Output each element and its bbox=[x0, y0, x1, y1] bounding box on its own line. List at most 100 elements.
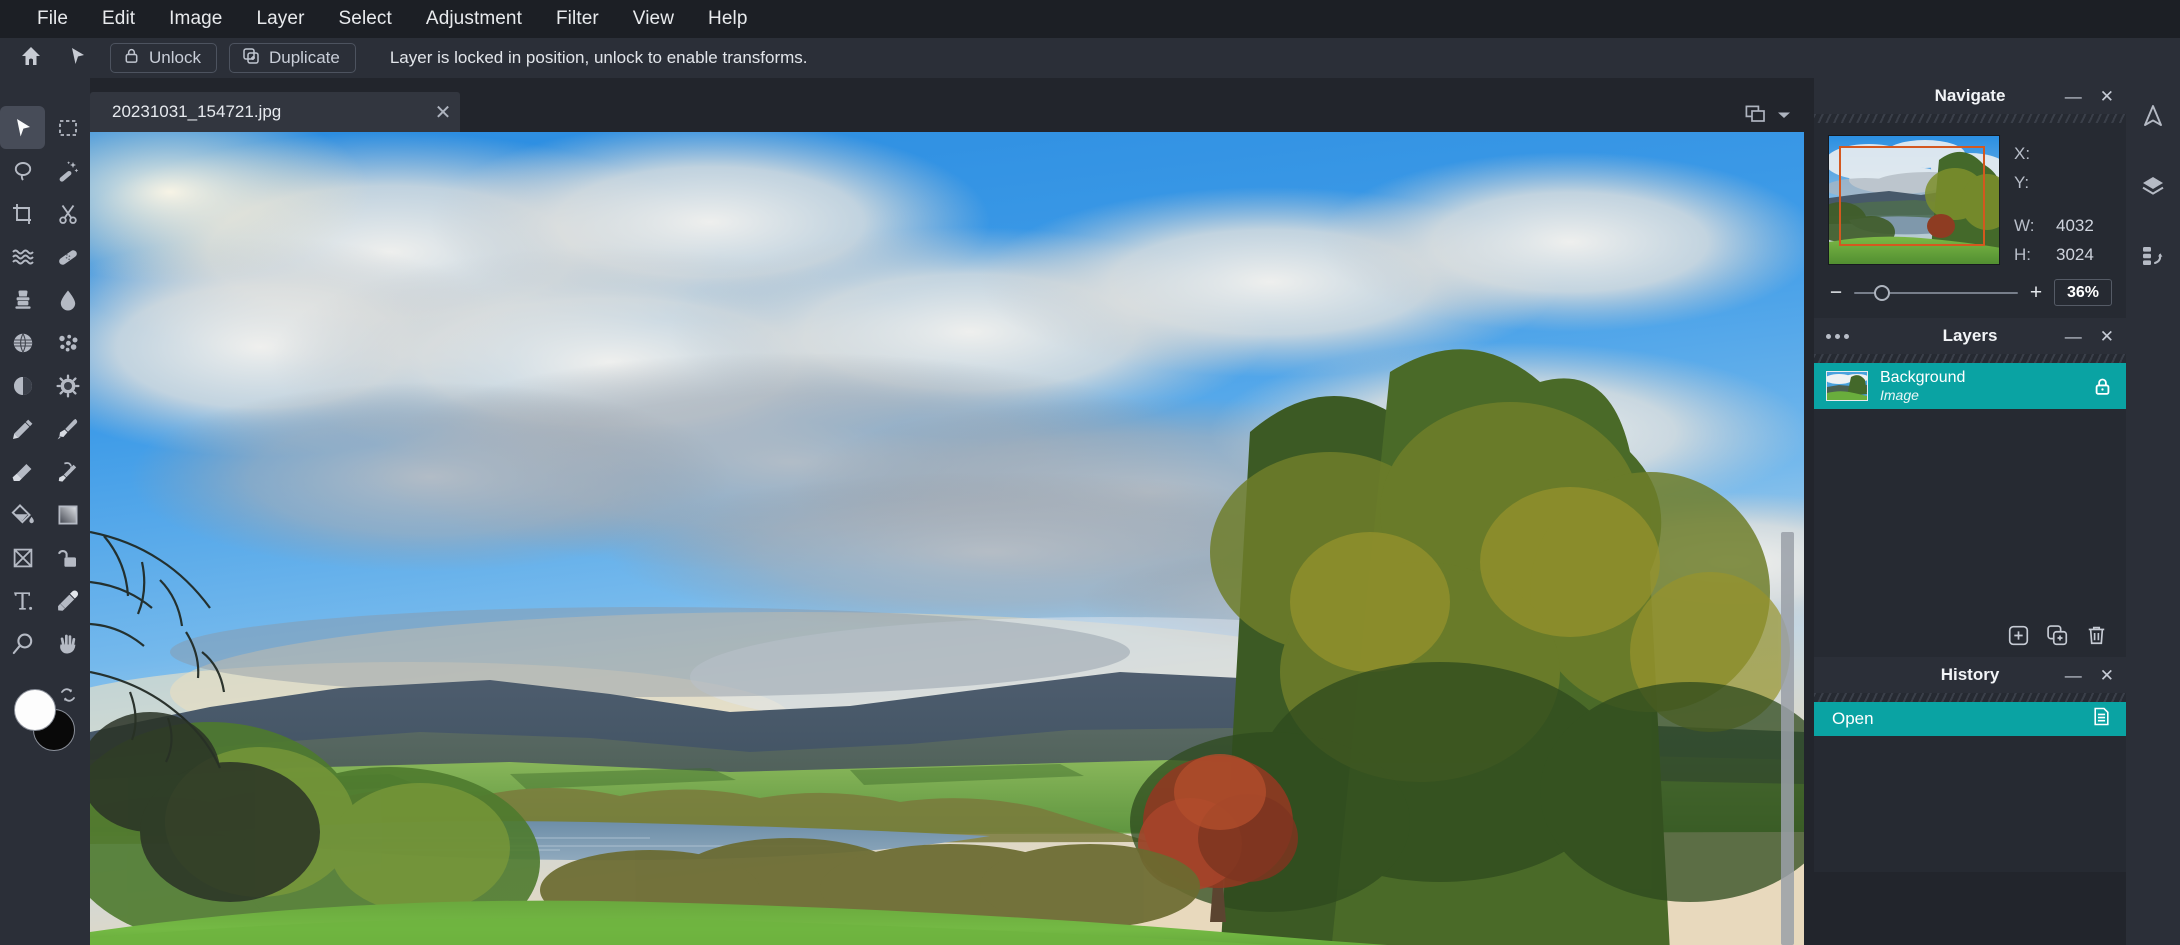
liquify-tool[interactable] bbox=[0, 235, 45, 278]
more-options-icon[interactable] bbox=[1826, 334, 1849, 339]
close-icon[interactable]: ✕ bbox=[2096, 86, 2118, 107]
healing-tool[interactable] bbox=[45, 235, 90, 278]
waves-icon bbox=[11, 245, 35, 269]
minimize-icon[interactable]: — bbox=[2061, 326, 2086, 347]
smudge-tool[interactable] bbox=[45, 450, 90, 493]
chevron-down-icon[interactable] bbox=[1776, 109, 1792, 121]
zoom-tool[interactable] bbox=[0, 622, 45, 665]
hand-tool[interactable] bbox=[45, 622, 90, 665]
menu-item-select[interactable]: Select bbox=[322, 0, 409, 38]
duplicate-icon bbox=[242, 47, 260, 70]
document-tab[interactable]: 20231031_154721.jpg ✕ bbox=[90, 92, 460, 132]
zoom-in-button[interactable]: + bbox=[2028, 282, 2044, 303]
layer-name: Background bbox=[1880, 369, 2081, 387]
transform-tool[interactable] bbox=[0, 536, 45, 579]
layers-footer bbox=[1814, 613, 2126, 657]
canvas-viewport[interactable] bbox=[90, 132, 1804, 945]
paintbrush-tool[interactable] bbox=[45, 407, 90, 450]
duplicate-layer-button[interactable] bbox=[2046, 624, 2069, 647]
history-panel: History — ✕ Open bbox=[1814, 657, 2126, 872]
unlock-button[interactable]: Unlock bbox=[110, 43, 217, 73]
navigator-thumbnail[interactable] bbox=[1828, 135, 2000, 265]
text-t-icon bbox=[11, 589, 35, 613]
stamp-icon bbox=[11, 288, 35, 312]
sharpen-tool[interactable] bbox=[45, 364, 90, 407]
navigate-panel-title: Navigate bbox=[1935, 86, 2006, 106]
menu-item-edit[interactable]: Edit bbox=[85, 0, 152, 38]
navigator-field-h: H: 3024 bbox=[2014, 240, 2112, 269]
minimize-icon[interactable]: — bbox=[2061, 86, 2086, 107]
layers-stack-icon bbox=[2140, 173, 2166, 204]
navigate-panel-button[interactable] bbox=[2131, 98, 2175, 138]
magic-wand-tool[interactable] bbox=[45, 149, 90, 192]
menu-item-adjustment[interactable]: Adjustment bbox=[409, 0, 539, 38]
hand-icon bbox=[56, 632, 80, 656]
zoom-slider-thumb[interactable] bbox=[1874, 285, 1890, 301]
magic-wand-icon bbox=[56, 159, 80, 183]
eraser-tool[interactable] bbox=[0, 450, 45, 493]
history-panel-button[interactable] bbox=[2131, 238, 2175, 278]
rectangle-select-tool[interactable] bbox=[45, 106, 90, 149]
navigator-field-w: W: 4032 bbox=[2014, 211, 2112, 240]
eraser-icon bbox=[11, 460, 35, 484]
particles-tool[interactable] bbox=[45, 321, 90, 364]
menu-item-view[interactable]: View bbox=[616, 0, 691, 38]
home-button[interactable] bbox=[10, 42, 52, 74]
cursor-tool-button[interactable] bbox=[56, 42, 98, 74]
eyedropper-tool[interactable] bbox=[45, 579, 90, 622]
cascade-windows-icon[interactable] bbox=[1744, 104, 1768, 126]
transform-box-icon bbox=[11, 546, 35, 570]
magnifier-icon bbox=[11, 632, 35, 656]
menu-item-file[interactable]: File bbox=[20, 0, 85, 38]
navigate-panel-grip[interactable] bbox=[1814, 114, 2126, 123]
crop-tool[interactable] bbox=[0, 192, 45, 235]
contrast-tool[interactable] bbox=[0, 364, 45, 407]
clone-stamp-tool[interactable] bbox=[0, 278, 45, 321]
gradient-tool[interactable] bbox=[45, 493, 90, 536]
canvas-vertical-scrollbar[interactable] bbox=[1781, 532, 1794, 945]
layer-row[interactable]: Background Image bbox=[1814, 363, 2126, 409]
lock-tool[interactable] bbox=[45, 536, 90, 579]
paint-bucket-tool[interactable] bbox=[0, 493, 45, 536]
swap-arrows-icon[interactable] bbox=[58, 685, 78, 710]
crop-icon bbox=[11, 202, 35, 226]
layers-panel: Layers — ✕ bbox=[1814, 318, 2126, 657]
close-icon[interactable]: ✕ bbox=[2096, 665, 2118, 686]
zoom-level-input[interactable]: 36% bbox=[2054, 279, 2112, 306]
close-icon[interactable]: ✕ bbox=[2096, 326, 2118, 347]
duplicate-button[interactable]: Duplicate bbox=[229, 43, 356, 73]
delete-layer-button[interactable] bbox=[2085, 624, 2108, 647]
menu-item-help[interactable]: Help bbox=[691, 0, 764, 38]
layers-panel-button[interactable] bbox=[2131, 168, 2175, 208]
tool-palette bbox=[0, 78, 90, 945]
minimize-icon[interactable]: — bbox=[2061, 665, 2086, 686]
close-icon[interactable]: ✕ bbox=[426, 92, 460, 132]
navigate-panel-header-buttons: — ✕ bbox=[2061, 86, 2118, 107]
history-panel-title: History bbox=[1941, 665, 2000, 685]
lasso-select-tool[interactable] bbox=[0, 149, 45, 192]
layer-meta: Background Image bbox=[1880, 369, 2081, 403]
text-tool[interactable] bbox=[0, 579, 45, 622]
sphere-grid-icon bbox=[11, 331, 35, 355]
zoom-out-button[interactable]: − bbox=[1828, 282, 1844, 303]
add-layer-button[interactable] bbox=[2007, 624, 2030, 647]
menu-item-image[interactable]: Image bbox=[152, 0, 239, 38]
pencil-tool[interactable] bbox=[0, 407, 45, 450]
menu-item-layer[interactable]: Layer bbox=[239, 0, 321, 38]
layer-kind: Image bbox=[1880, 387, 2081, 403]
options-toolbar: Unlock Duplicate Layer is locked in posi… bbox=[0, 38, 2180, 78]
document-image[interactable] bbox=[90, 132, 1804, 945]
eyedropper-icon bbox=[56, 589, 80, 613]
history-panel-grip[interactable] bbox=[1814, 693, 2126, 702]
move-tool[interactable] bbox=[0, 106, 45, 149]
blur-tool[interactable] bbox=[45, 278, 90, 321]
layers-panel-grip[interactable] bbox=[1814, 354, 2126, 363]
pattern-tool[interactable] bbox=[0, 321, 45, 364]
navigator-field-y: Y: bbox=[2014, 168, 2112, 197]
zoom-slider[interactable] bbox=[1854, 284, 2018, 302]
history-item[interactable]: Open bbox=[1814, 702, 2126, 736]
cut-tool[interactable] bbox=[45, 192, 90, 235]
foreground-color-swatch[interactable] bbox=[14, 689, 56, 731]
menu-item-filter[interactable]: Filter bbox=[539, 0, 616, 38]
lock-icon[interactable] bbox=[2093, 377, 2112, 396]
